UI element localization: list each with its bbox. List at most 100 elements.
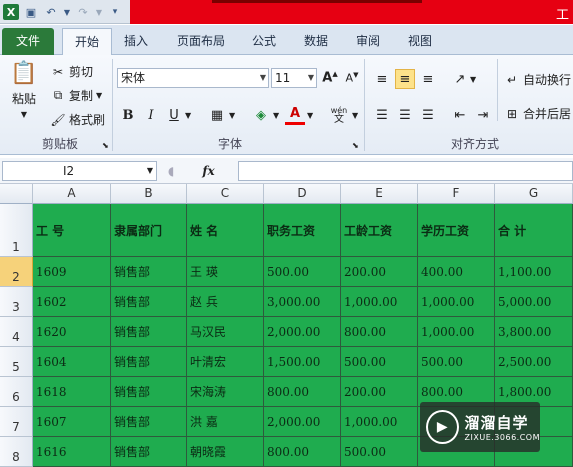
fill-color-dropdown-icon[interactable]: ▼ <box>273 111 279 120</box>
borders-dropdown-icon[interactable]: ▼ <box>229 111 235 120</box>
table-cell[interactable]: 800.00 <box>341 317 418 347</box>
header-cell[interactable]: 工 号 <box>33 204 111 257</box>
table-cell[interactable]: 叶清宏 <box>187 347 264 377</box>
table-cell[interactable]: 销售部 <box>111 257 187 287</box>
table-cell[interactable]: 销售部 <box>111 317 187 347</box>
phonetic-button[interactable]: wén 文 <box>327 105 351 125</box>
header-cell[interactable]: 合 计 <box>495 204 573 257</box>
underline-button[interactable]: U <box>164 105 184 125</box>
redo-icon[interactable]: ↷ <box>75 4 91 20</box>
font-size-combo[interactable]: 11 ▼ <box>271 68 317 88</box>
table-cell[interactable]: 3,800.00 <box>495 317 573 347</box>
customize-toolbar-icon[interactable]: ▾ <box>107 4 123 20</box>
shrink-font-button[interactable]: A▼ <box>342 68 362 88</box>
column-header-a[interactable]: A <box>33 184 111 204</box>
table-cell[interactable]: 销售部 <box>111 437 187 467</box>
align-left-button[interactable]: ☰ <box>372 105 392 125</box>
font-color-button[interactable]: A <box>285 105 305 125</box>
table-cell[interactable]: 1,500.00 <box>264 347 341 377</box>
borders-button[interactable]: ▦ <box>207 105 227 125</box>
table-cell[interactable]: 200.00 <box>341 257 418 287</box>
table-cell[interactable]: 500.00 <box>418 347 495 377</box>
font-color-dropdown-icon[interactable]: ▼ <box>307 111 313 120</box>
header-cell[interactable]: 隶属部门 <box>111 204 187 257</box>
phonetic-dropdown-icon[interactable]: ▼ <box>352 111 358 120</box>
table-cell[interactable]: 宋海涛 <box>187 377 264 407</box>
table-cell[interactable]: 500.00 <box>341 437 418 467</box>
table-cell[interactable]: 500.00 <box>341 347 418 377</box>
table-cell[interactable]: 1607 <box>33 407 111 437</box>
column-header-c[interactable]: C <box>187 184 264 204</box>
format-painter-button[interactable]: 🖌 格式刷 <box>50 111 105 128</box>
table-cell[interactable]: 1609 <box>33 257 111 287</box>
table-cell[interactable]: 3,000.00 <box>264 287 341 317</box>
font-name-combo[interactable]: 宋体 ▼ <box>117 68 269 88</box>
clipboard-dialog-launcher-icon[interactable]: ⬊ <box>102 141 109 150</box>
align-top-button[interactable]: ≡ <box>372 69 392 89</box>
column-header-e[interactable]: E <box>341 184 418 204</box>
increase-indent-button[interactable]: ⇥ <box>473 105 493 125</box>
column-header-g[interactable]: G <box>495 184 573 204</box>
table-cell[interactable]: 1,100.00 <box>495 257 573 287</box>
column-header-f[interactable]: F <box>418 184 495 204</box>
wrap-text-button[interactable]: ↵ 自动换行 <box>504 71 571 88</box>
table-cell[interactable]: 销售部 <box>111 347 187 377</box>
redo-dropdown-icon[interactable]: ▼ <box>95 4 103 20</box>
tab-home[interactable]: 开始 <box>62 28 113 55</box>
table-cell[interactable]: 800.00 <box>264 437 341 467</box>
tab-formulas[interactable]: 公式 <box>240 28 288 55</box>
decrease-indent-button[interactable]: ⇤ <box>450 105 470 125</box>
row-header-6[interactable]: 6 <box>0 377 33 407</box>
table-cell[interactable]: 1616 <box>33 437 111 467</box>
insert-function-button[interactable]: fx <box>202 164 214 178</box>
column-header-d[interactable]: D <box>264 184 341 204</box>
table-cell[interactable]: 400.00 <box>418 257 495 287</box>
table-cell[interactable]: 1,000.00 <box>341 287 418 317</box>
table-cell[interactable]: 5,000.00 <box>495 287 573 317</box>
table-cell[interactable]: 500.00 <box>264 257 341 287</box>
header-cell[interactable]: 学历工资 <box>418 204 495 257</box>
orientation-dropdown-icon[interactable]: ▼ <box>470 75 476 84</box>
fill-color-button[interactable]: ◈ <box>251 105 271 125</box>
undo-icon[interactable]: ↶ <box>43 4 59 20</box>
table-cell[interactable]: 朝晓霞 <box>187 437 264 467</box>
tab-data[interactable]: 数据 <box>292 28 340 55</box>
formula-bar-handle-icon[interactable]: ◖ <box>168 164 174 178</box>
header-cell[interactable]: 工龄工资 <box>341 204 418 257</box>
italic-button[interactable]: I <box>141 105 161 125</box>
table-cell[interactable]: 1,000.00 <box>341 407 418 437</box>
table-cell[interactable]: 洪 嘉 <box>187 407 264 437</box>
table-cell[interactable]: 1604 <box>33 347 111 377</box>
table-cell[interactable]: 800.00 <box>264 377 341 407</box>
orientation-button[interactable]: ↗ <box>450 69 470 89</box>
table-cell[interactable]: 2,000.00 <box>264 407 341 437</box>
table-cell[interactable]: 2,000.00 <box>264 317 341 347</box>
save-icon[interactable]: ▣ <box>23 4 39 20</box>
align-middle-button[interactable]: ≡ <box>395 69 415 89</box>
grow-font-button[interactable]: A▲ <box>320 68 340 88</box>
undo-dropdown-icon[interactable]: ▼ <box>63 4 71 20</box>
row-header-3[interactable]: 3 <box>0 287 33 317</box>
tab-file[interactable]: 文件 <box>2 28 55 55</box>
underline-dropdown-icon[interactable]: ▼ <box>185 111 191 120</box>
table-cell[interactable]: 1618 <box>33 377 111 407</box>
merge-center-button[interactable]: ⊞ 合并后居 <box>504 105 571 122</box>
row-header-8[interactable]: 8 <box>0 437 33 467</box>
align-right-button[interactable]: ☰ <box>418 105 438 125</box>
row-header-1[interactable]: 1 <box>0 204 33 257</box>
header-cell[interactable]: 职务工资 <box>264 204 341 257</box>
table-cell[interactable]: 销售部 <box>111 287 187 317</box>
row-header-7[interactable]: 7 <box>0 407 33 437</box>
table-cell[interactable]: 马汉民 <box>187 317 264 347</box>
name-box[interactable]: I2 ▼ <box>2 161 157 181</box>
table-cell[interactable]: 1620 <box>33 317 111 347</box>
row-header-4[interactable]: 4 <box>0 317 33 347</box>
table-cell[interactable]: 销售部 <box>111 407 187 437</box>
table-cell[interactable]: 销售部 <box>111 377 187 407</box>
copy-button[interactable]: ⧉ 复制 ▼ <box>50 87 102 104</box>
tab-insert[interactable]: 插入 <box>112 28 160 55</box>
tab-view[interactable]: 视图 <box>396 28 444 55</box>
paste-button[interactable]: 📋 粘贴 ▼ <box>6 59 42 120</box>
column-header-b[interactable]: B <box>111 184 187 204</box>
row-header-5[interactable]: 5 <box>0 347 33 377</box>
